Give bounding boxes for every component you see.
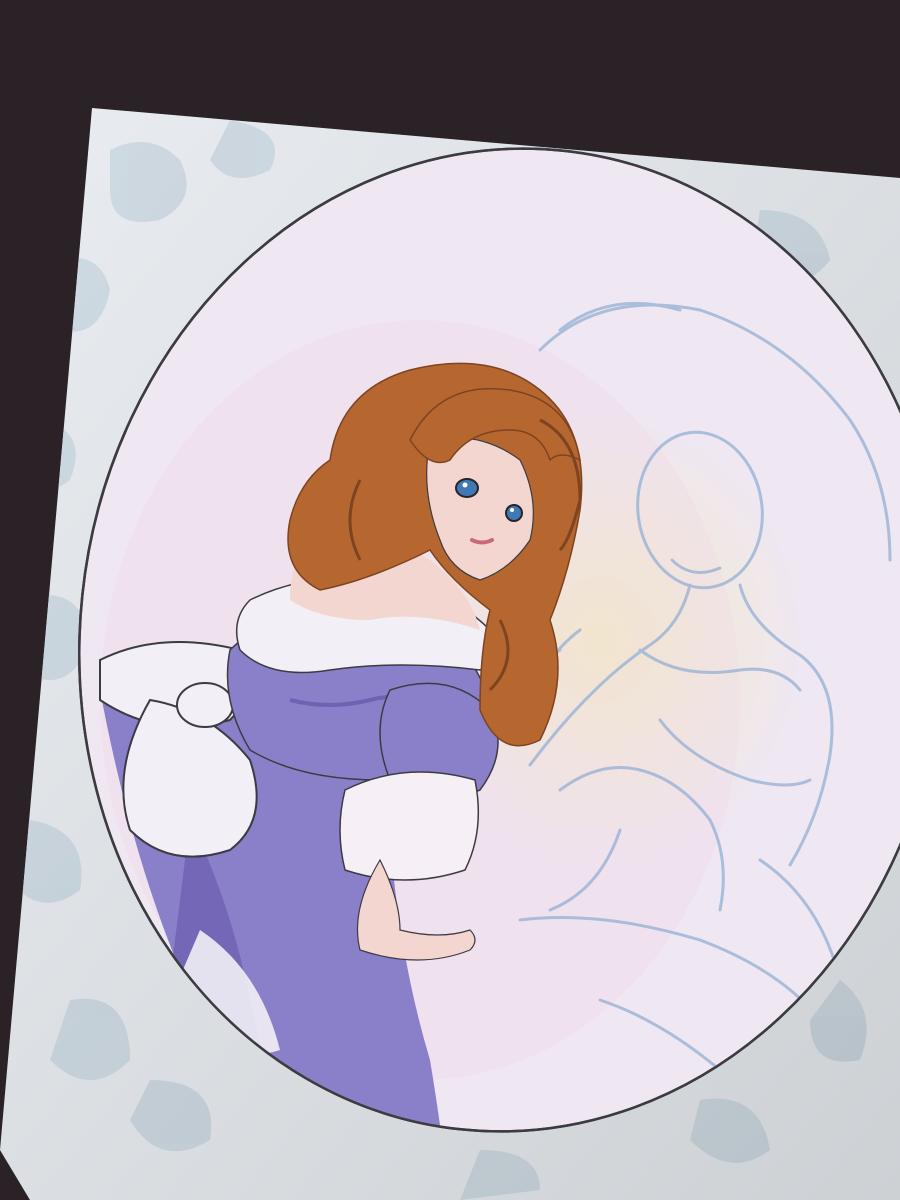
photo-canvas [0,0,900,1200]
sleeve-cuff [339,771,480,881]
photo-scene [0,0,900,1200]
